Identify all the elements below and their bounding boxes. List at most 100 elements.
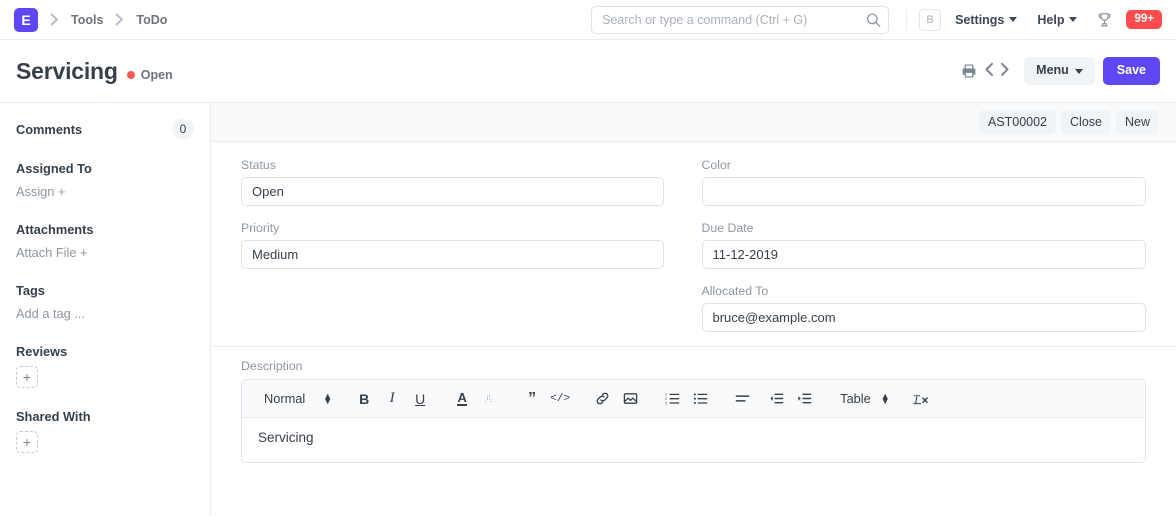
highlight-icon[interactable]: A — [476, 386, 504, 412]
settings-menu-label: Settings — [955, 12, 1005, 27]
field-allocated-to: Allocated To — [701, 284, 1146, 332]
attach-file-link[interactable]: Attach File + — [16, 245, 87, 260]
breadcrumb-separator-icon-2 — [103, 13, 136, 26]
attachments-heading: Attachments — [16, 222, 94, 237]
blockquote-icon[interactable]: ” — [518, 386, 546, 412]
status-field-label: Status — [241, 158, 276, 172]
app-logo[interactable]: E — [14, 7, 38, 32]
trophy-icon[interactable] — [1097, 12, 1112, 28]
chevron-updown-icon: ▲ ▼ — [323, 390, 333, 406]
sidebar-section-assigned-to: Assigned To Assign + — [16, 161, 194, 201]
comments-count-badge: 0 — [172, 119, 194, 139]
top-navbar: E Tools ToDo B Settings Help — [0, 0, 1176, 40]
notification-badge[interactable]: 99+ — [1126, 9, 1162, 30]
new-button[interactable]: New — [1115, 110, 1159, 134]
chevron-down-icon-2 — [1069, 17, 1078, 22]
paragraph-style-select[interactable]: Normal ▲ ▼ — [256, 391, 336, 406]
navbar-right-actions: B Settings Help 99+ — [896, 8, 1162, 31]
svg-text:3: 3 — [665, 401, 667, 405]
breadcrumb-item-tools[interactable]: Tools — [71, 13, 103, 27]
add-tag-link[interactable]: Add a tag ... — [16, 306, 85, 321]
form-column-left: Status Priority — [241, 158, 694, 332]
chevron-down-icon-menu — [1074, 68, 1083, 74]
navbar-divider — [906, 8, 908, 31]
menu-button[interactable]: Menu — [1024, 57, 1095, 85]
settings-menu[interactable]: Settings — [955, 12, 1018, 27]
page-body: Comments 0 Assigned To Assign + Attachme… — [0, 103, 1176, 515]
sidebar-item-comments[interactable]: Comments 0 — [16, 119, 194, 139]
table-select[interactable]: Table ▲ ▼ — [832, 391, 894, 406]
due-date-input[interactable] — [701, 240, 1146, 269]
sidebar-section-attachments: Attachments Attach File + — [16, 222, 194, 262]
allocated-to-field-label: Allocated To — [701, 284, 769, 298]
field-color: Color — [701, 158, 1146, 206]
editor-toolbar: Normal ▲ ▼ B I U A A ” </> 1 2 3 Table ▲… — [242, 380, 1145, 418]
form-section: Status Priority Color Due Date — [211, 142, 1176, 347]
bold-icon[interactable]: B — [350, 386, 378, 412]
sidebar-section-reviews: Reviews + — [16, 344, 194, 388]
clear-format-icon[interactable]: T — [908, 386, 936, 412]
due-date-field-label: Due Date — [701, 221, 754, 235]
close-button[interactable]: Close — [1061, 110, 1111, 134]
search-icon[interactable] — [866, 13, 881, 28]
table-select-label: Table — [840, 391, 871, 406]
status-input[interactable] — [241, 177, 664, 206]
text-color-icon[interactable]: A — [448, 386, 476, 412]
sidebar-section-shared-with: Shared With + — [16, 409, 194, 453]
chevron-left-icon[interactable] — [982, 62, 997, 80]
print-icon[interactable] — [956, 59, 982, 83]
rich-text-editor: Normal ▲ ▼ B I U A A ” </> 1 2 3 Table ▲… — [241, 379, 1146, 463]
breadcrumb-separator-icon — [38, 13, 71, 26]
avatar[interactable]: B — [919, 8, 942, 31]
indent-icon[interactable] — [790, 386, 818, 412]
record-id-button[interactable]: AST00002 — [978, 110, 1057, 134]
italic-icon[interactable]: I — [378, 386, 406, 412]
add-shared-user-button[interactable]: + — [16, 431, 38, 453]
menu-button-label: Menu — [1036, 63, 1069, 78]
form-column-right: Color Due Date Allocated To — [694, 158, 1146, 332]
image-icon[interactable] — [616, 386, 644, 412]
description-editor-body[interactable]: Servicing — [242, 418, 1145, 462]
underline-icon[interactable]: U — [406, 386, 434, 412]
ordered-list-icon[interactable]: 123 — [658, 386, 686, 412]
status-dot-icon — [126, 70, 135, 79]
status-badge: Open — [126, 67, 173, 82]
page-title: Servicing — [16, 57, 118, 84]
breadcrumb-item-todo[interactable]: ToDo — [136, 13, 167, 27]
assign-link[interactable]: Assign + — [16, 184, 65, 199]
add-review-button[interactable]: + — [16, 366, 38, 388]
chevron-updown-icon-2: ▲ ▼ — [880, 390, 890, 406]
allocated-to-input[interactable] — [701, 303, 1146, 332]
description-section: Description Normal ▲ ▼ B I U A A ” </> 1… — [211, 347, 1176, 463]
field-due-date: Due Date — [701, 221, 1146, 269]
paragraph-style-label: Normal — [264, 391, 306, 406]
main-content: AST00002 Close New Status Priority Color — [211, 103, 1176, 515]
color-input[interactable] — [701, 177, 1146, 206]
record-toolbar: AST00002 Close New — [211, 103, 1176, 142]
description-label: Description — [241, 359, 303, 373]
status-label: Open — [140, 67, 173, 82]
page-header: Servicing Open Menu Save — [0, 40, 1176, 103]
save-button[interactable]: Save — [1102, 57, 1160, 85]
svg-text:A: A — [484, 392, 493, 406]
chevron-down-icon — [1009, 17, 1018, 22]
bullet-list-icon[interactable] — [686, 386, 714, 412]
breadcrumb: E Tools ToDo — [14, 7, 167, 32]
field-priority: Priority — [241, 221, 664, 269]
code-icon[interactable]: </> — [546, 386, 574, 412]
assigned-to-heading: Assigned To — [16, 161, 92, 176]
priority-input[interactable] — [241, 240, 664, 269]
search-input[interactable] — [591, 6, 889, 34]
link-icon[interactable] — [588, 386, 616, 412]
tags-heading: Tags — [16, 283, 45, 298]
help-menu[interactable]: Help — [1037, 12, 1078, 27]
help-menu-label: Help — [1037, 12, 1065, 27]
priority-field-label: Priority — [241, 221, 280, 235]
align-icon[interactable] — [728, 386, 756, 412]
chevron-right-icon[interactable] — [997, 62, 1012, 80]
outdent-icon[interactable] — [762, 386, 790, 412]
global-search — [591, 6, 889, 34]
reviews-heading: Reviews — [16, 344, 68, 359]
color-field-label: Color — [701, 158, 731, 172]
field-status: Status — [241, 158, 664, 206]
